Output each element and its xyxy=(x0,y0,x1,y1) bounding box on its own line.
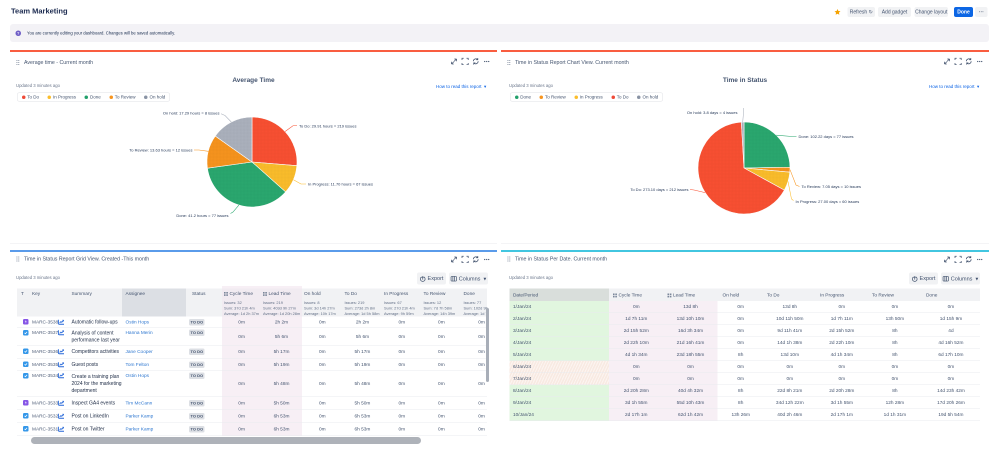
svg-text:Done: 41.2 hours = 77 issues: Done: 41.2 hours = 77 issues xyxy=(176,213,228,218)
svg-text:In Progress: 11.70 hours = 67: In Progress: 11.70 hours = 67 issues xyxy=(308,182,373,187)
svg-text:To Review: 13.63 hours = 12 is: To Review: 13.63 hours = 12 issues xyxy=(129,148,192,153)
svg-text:On hold: 17.29 hours = 8 issue: On hold: 17.29 hours = 8 issues xyxy=(163,111,220,116)
svg-text:To Review: 7.05 days = 10 issu: To Review: 7.05 days = 10 issues xyxy=(802,184,861,189)
svg-text:To Do: 29.91 hours = 219 issue: To Do: 29.91 hours = 219 issues xyxy=(299,123,356,128)
svg-text:To Do: 273.10 days = 212 issue: To Do: 273.10 days = 212 issues xyxy=(630,187,688,192)
svg-text:On hold: 3.8 days = 4 issues: On hold: 3.8 days = 4 issues xyxy=(687,110,738,115)
svg-text:In Progress: 27.00 days = 60 i: In Progress: 27.00 days = 60 issues xyxy=(796,199,860,204)
svg-text:Done: 102.22 days = 77 issues: Done: 102.22 days = 77 issues xyxy=(799,134,854,139)
